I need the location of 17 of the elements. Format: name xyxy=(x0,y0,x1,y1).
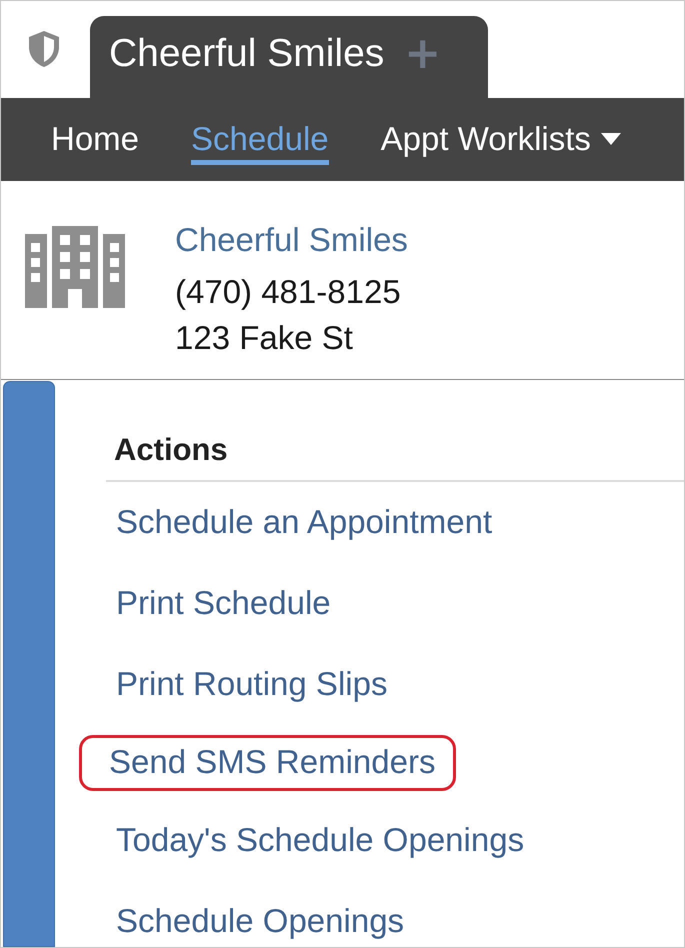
action-link[interactable]: Schedule Openings xyxy=(108,898,412,944)
address: 123 Fake St xyxy=(175,318,354,358)
building-icon xyxy=(25,226,125,308)
nav-tab[interactable]: Schedule xyxy=(191,114,329,165)
action-link[interactable]: Print Routing Slips xyxy=(108,661,396,707)
action-link[interactable]: Today's Schedule Openings xyxy=(108,817,532,863)
nav-tab[interactable]: Home xyxy=(51,114,140,165)
action-link[interactable]: Schedule an Appointment xyxy=(108,499,500,545)
action-link[interactable]: Print Schedule xyxy=(108,580,339,626)
shield-icon xyxy=(26,29,62,69)
actions-heading: Actions xyxy=(106,432,684,482)
action-link[interactable]: Send SMS Reminders xyxy=(79,735,456,791)
tab-title: Cheerful Smiles xyxy=(109,32,384,76)
app-tab[interactable]: Cheerful Smiles + xyxy=(90,16,488,98)
practice-name-link[interactable]: Cheerful Smiles xyxy=(175,221,408,259)
phone-number: (470) 481-8125 xyxy=(175,272,402,312)
nav-tab[interactable]: Appt Worklists xyxy=(380,114,621,165)
